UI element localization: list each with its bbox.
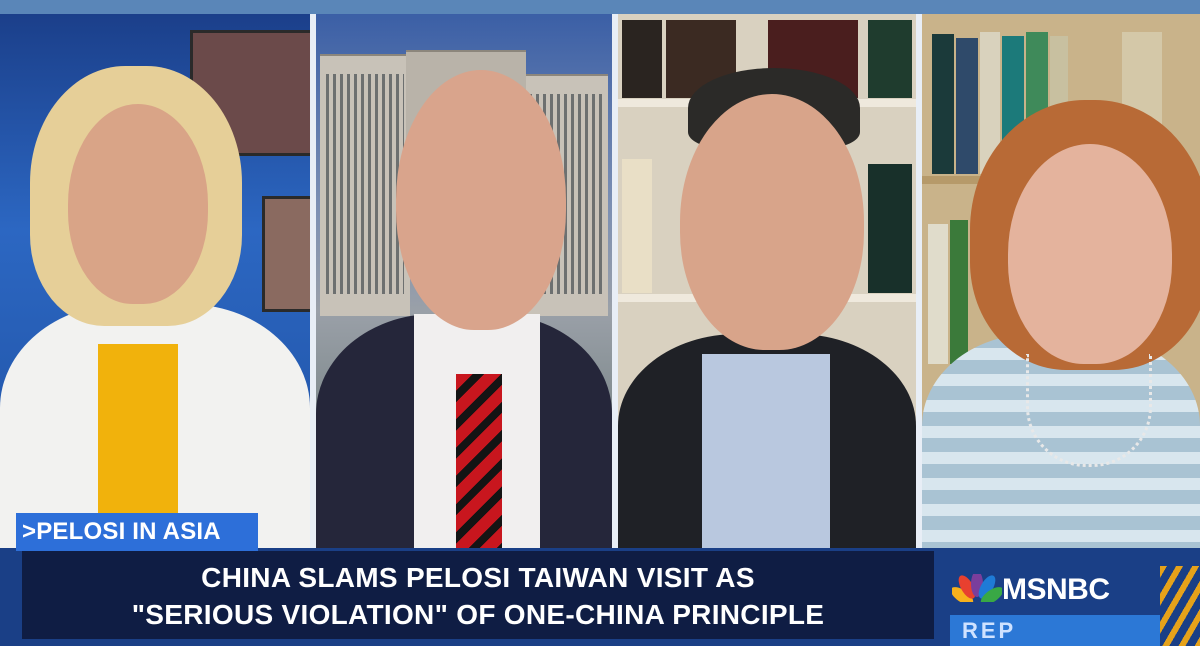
headline-line-1: CHINA SLAMS PELOSI TAIWAN VISIT AS (201, 562, 755, 593)
guest2-face (680, 94, 864, 350)
headline-line-2: "SERIOUS VIOLATION" OF ONE-CHINA PRINCIP… (131, 599, 825, 630)
ticker-text: REP (962, 618, 1017, 643)
guest2-blue-shirt (702, 354, 830, 554)
panel-guest-city (316, 14, 612, 554)
book (868, 20, 912, 98)
guest3-face (1008, 144, 1172, 364)
guest1-face (396, 70, 566, 330)
ticker-bar: REP (950, 615, 1190, 646)
peacock-icon (952, 574, 1002, 610)
guest3-pearl-necklace (1026, 354, 1152, 467)
panel-anchor-studio (0, 14, 310, 554)
top-bezel-bar (0, 0, 1200, 14)
book (950, 220, 968, 364)
book (868, 164, 912, 293)
book (932, 34, 954, 174)
decorative-stripes (1160, 566, 1200, 646)
building-windows (326, 74, 404, 294)
guest1-striped-tie (456, 374, 502, 554)
headline-banner: CHINA SLAMS PELOSI TAIWAN VISIT AS "SERI… (22, 551, 934, 639)
panel-guest-bookshelf (618, 14, 916, 554)
tv-screen: >PELOSI IN ASIA CHINA SLAMS PELOSI TAIWA… (0, 0, 1200, 646)
msnbc-wordmark: MSNBC (1002, 573, 1110, 606)
segment-tag: >PELOSI IN ASIA (16, 513, 258, 551)
book (956, 38, 978, 174)
book (928, 224, 948, 364)
book-official-sip (622, 159, 652, 293)
book (622, 20, 662, 98)
panel-guest-bookshelf-2 (922, 14, 1200, 554)
anchor-face (68, 104, 208, 304)
studio-side-monitor (262, 196, 310, 312)
